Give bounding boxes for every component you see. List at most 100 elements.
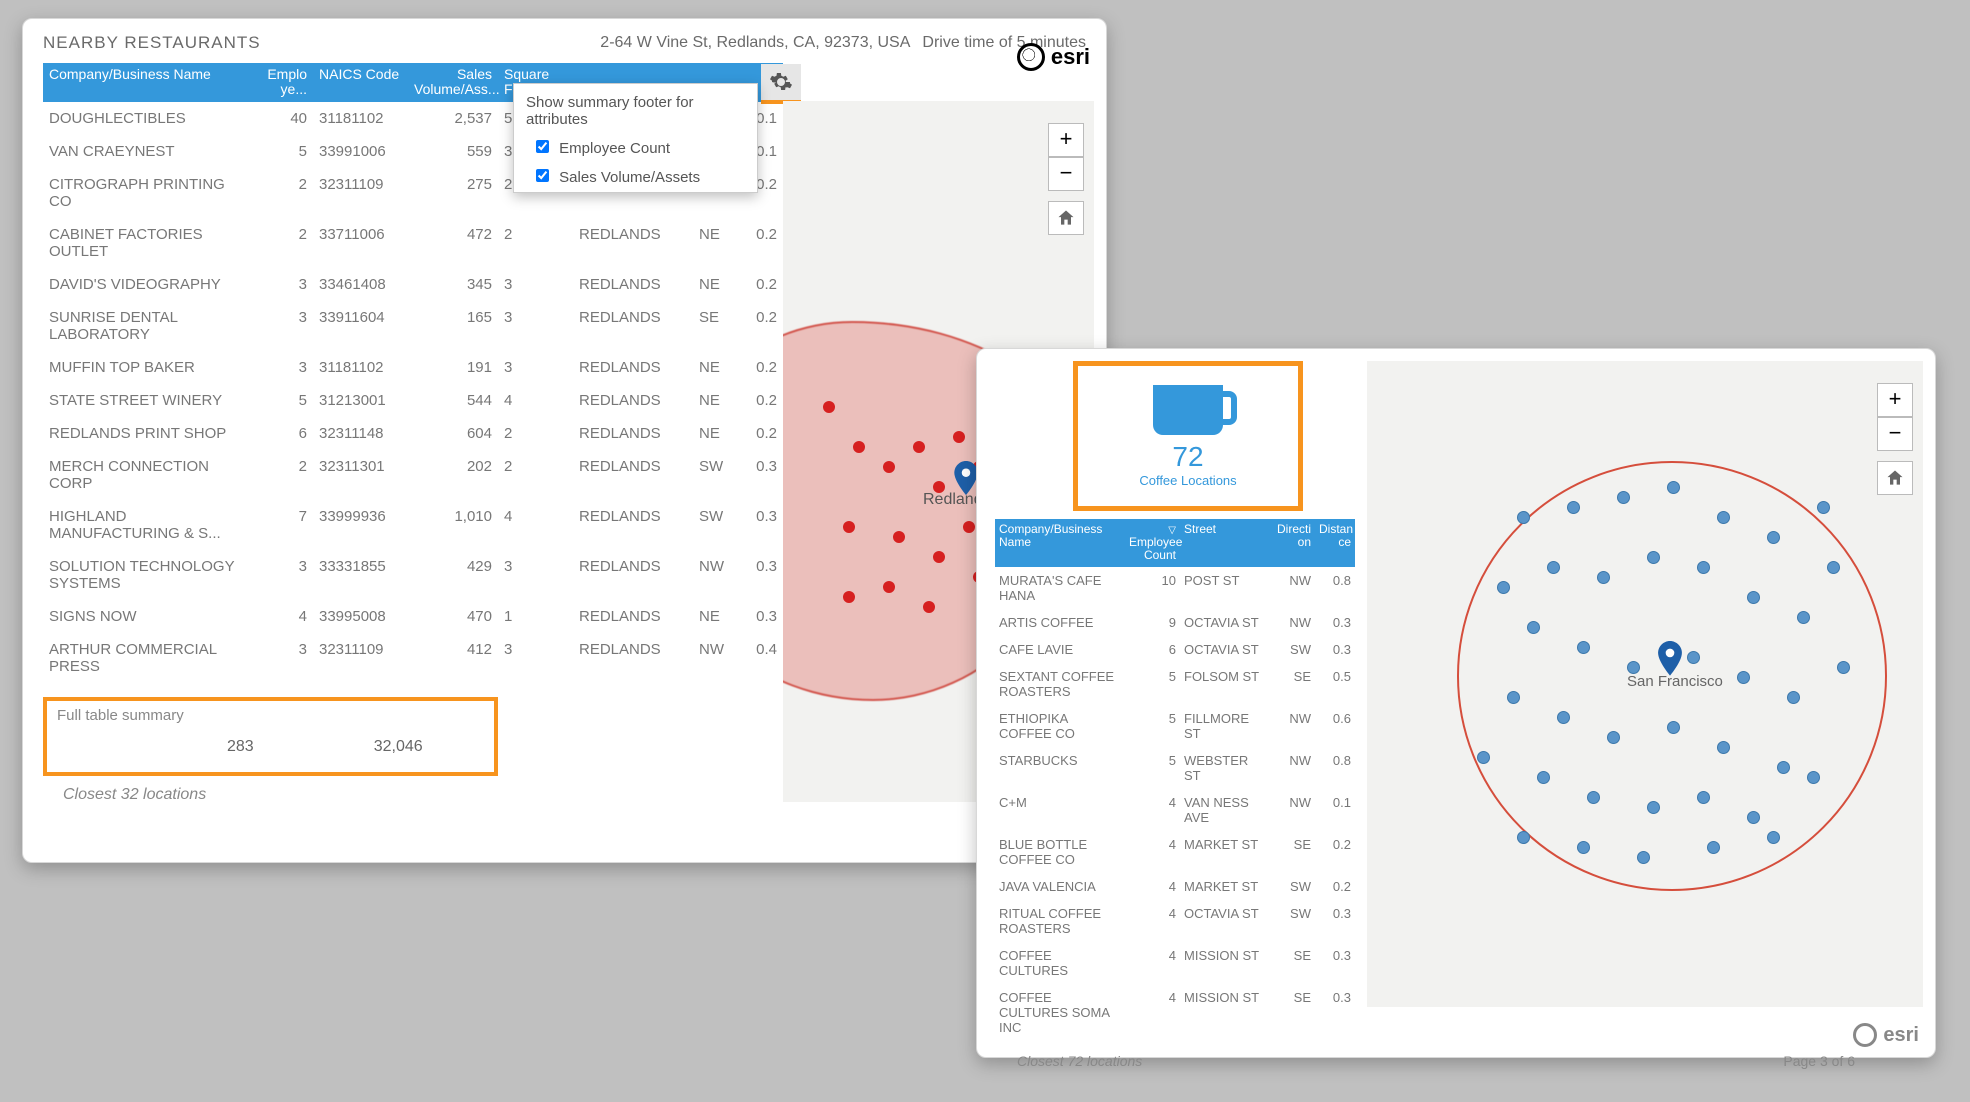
colB-employees[interactable]: ▽ Employee Count — [1125, 519, 1180, 567]
result-point[interactable] — [1517, 511, 1530, 524]
result-point[interactable] — [1527, 621, 1540, 634]
result-point[interactable] — [1577, 841, 1590, 854]
result-point[interactable] — [1667, 721, 1680, 734]
result-point[interactable] — [1697, 791, 1710, 804]
table-row[interactable]: STATE STREET WINERY5312130015444REDLANDS… — [43, 384, 783, 417]
result-point[interactable] — [1767, 531, 1780, 544]
result-point[interactable] — [1837, 661, 1850, 674]
table-row[interactable]: SOLUTION TECHNOLOGY SYSTEMS3333318554293… — [43, 550, 783, 600]
result-point[interactable] — [923, 601, 935, 613]
result-point[interactable] — [1567, 501, 1580, 514]
coffee-table-header[interactable]: Company/Business Name ▽ Employee Count S… — [995, 519, 1355, 567]
table-row[interactable]: REDLANDS PRINT SHOP6323111486042REDLANDS… — [43, 417, 783, 450]
result-point[interactable] — [893, 531, 905, 543]
result-point[interactable] — [1587, 791, 1600, 804]
zoom-out-button[interactable]: − — [1048, 157, 1084, 191]
result-point[interactable] — [1717, 511, 1730, 524]
table-row[interactable]: CAFE LAVIE6OCTAVIA STSW0.3 — [995, 636, 1355, 663]
table-row[interactable]: ETHIOPIKA COFFEE CO5FILLMORE STNW0.6 — [995, 705, 1355, 747]
location-pin-b[interactable] — [1657, 641, 1683, 675]
sales-volume-checkbox[interactable] — [536, 169, 549, 182]
result-point[interactable] — [1817, 501, 1830, 514]
result-point[interactable] — [1497, 581, 1510, 594]
result-point[interactable] — [1517, 831, 1530, 844]
result-point[interactable] — [883, 461, 895, 473]
result-point[interactable] — [953, 431, 965, 443]
colB-direction[interactable]: Directi on — [1270, 519, 1315, 567]
table-row[interactable]: ARTHUR COMMERCIAL PRESS3323111094123REDL… — [43, 633, 783, 683]
result-point[interactable] — [1507, 691, 1520, 704]
result-point[interactable] — [1697, 561, 1710, 574]
result-point[interactable] — [1577, 641, 1590, 654]
result-point[interactable] — [1477, 751, 1490, 764]
colB-company[interactable]: Company/Business Name — [995, 519, 1125, 567]
result-point[interactable] — [1637, 851, 1650, 864]
result-point[interactable] — [853, 441, 865, 453]
result-point[interactable] — [1707, 841, 1720, 854]
colB-street[interactable]: Street — [1180, 519, 1270, 567]
result-point[interactable] — [1747, 591, 1760, 604]
col-sales[interactable]: Sales Volume/Ass... — [408, 63, 498, 102]
table-row[interactable]: RITUAL COFFEE ROASTERS4OCTAVIA STSW0.3 — [995, 900, 1355, 942]
result-point[interactable] — [1597, 571, 1610, 584]
col-company[interactable]: Company/Business Name — [43, 63, 243, 102]
zoom-out-button-b[interactable]: − — [1877, 417, 1913, 451]
result-point[interactable] — [1807, 771, 1820, 784]
popover-option-employee[interactable]: Employee Count — [514, 134, 757, 163]
employee-count-checkbox[interactable] — [536, 140, 549, 153]
result-point[interactable] — [883, 581, 895, 593]
result-point[interactable] — [1547, 561, 1560, 574]
table-row[interactable]: STARBUCKS5WEBSTER STNW0.8 — [995, 747, 1355, 789]
home-button-b[interactable] — [1877, 461, 1913, 495]
table-row[interactable]: HIGHLAND MANUFACTURING & S...7339999361,… — [43, 500, 783, 550]
result-point[interactable] — [1537, 771, 1550, 784]
zoom-in-button[interactable]: + — [1048, 123, 1084, 157]
result-point[interactable] — [1557, 711, 1570, 724]
result-point[interactable] — [1687, 651, 1700, 664]
zoom-in-button-b[interactable]: + — [1877, 383, 1913, 417]
result-point[interactable] — [913, 441, 925, 453]
sales-volume-label: Sales Volume/Assets — [559, 169, 700, 186]
col-naics[interactable]: NAICS Code — [313, 63, 408, 102]
result-point[interactable] — [1647, 801, 1660, 814]
table-row[interactable]: CABINET FACTORIES OUTLET2337110064722RED… — [43, 218, 783, 268]
table-row[interactable]: DAVID'S VIDEOGRAPHY3334614083453REDLANDS… — [43, 268, 783, 301]
table-row[interactable]: MURATA'S CAFE HANA10POST STNW0.8 — [995, 567, 1355, 609]
result-point[interactable] — [1647, 551, 1660, 564]
settings-button[interactable] — [761, 64, 801, 104]
result-point[interactable] — [1607, 731, 1620, 744]
result-point[interactable] — [933, 551, 945, 563]
home-button[interactable] — [1048, 201, 1084, 235]
result-point[interactable] — [1717, 741, 1730, 754]
result-point[interactable] — [1777, 761, 1790, 774]
popover-option-sales[interactable]: Sales Volume/Assets — [514, 163, 757, 192]
result-point[interactable] — [1667, 481, 1680, 494]
summary-footer-popover[interactable]: Show summary footer for attributes Emplo… — [513, 83, 758, 193]
table-row[interactable]: C+M4VAN NESS AVENW0.1 — [995, 789, 1355, 831]
result-point[interactable] — [1617, 491, 1630, 504]
result-point[interactable] — [1787, 691, 1800, 704]
table-row[interactable]: ARTIS COFFEE9OCTAVIA STNW0.3 — [995, 609, 1355, 636]
result-point[interactable] — [843, 521, 855, 533]
table-row[interactable]: SIGNS NOW4339950084701REDLANDSNE0.3 — [43, 600, 783, 633]
table-row[interactable]: MERCH CONNECTION CORP2323113012022REDLAN… — [43, 450, 783, 500]
result-point[interactable] — [843, 591, 855, 603]
table-row[interactable]: COFFEE CULTURES4MISSION STSE0.3 — [995, 942, 1355, 984]
result-point[interactable] — [1767, 831, 1780, 844]
table-row[interactable]: BLUE BOTTLE COFFEE CO4MARKET STSE0.2 — [995, 831, 1355, 873]
map-area-b[interactable]: + − San Francisco — [1367, 361, 1923, 1007]
result-point[interactable] — [1747, 811, 1760, 824]
result-point[interactable] — [963, 521, 975, 533]
result-point[interactable] — [823, 401, 835, 413]
result-point[interactable] — [1797, 611, 1810, 624]
table-row[interactable]: JAVA VALENCIA4MARKET STSW0.2 — [995, 873, 1355, 900]
table-row[interactable]: COFFEE CULTURES SOMA INC4MISSION STSE0.3 — [995, 984, 1355, 1041]
result-point[interactable] — [1827, 561, 1840, 574]
summary-emp-total: 283 — [227, 738, 254, 756]
result-point[interactable] — [1737, 671, 1750, 684]
table-row[interactable]: SEXTANT COFFEE ROASTERS5FOLSOM STSE0.5 — [995, 663, 1355, 705]
table-row[interactable]: SUNRISE DENTAL LABORATORY3339116041653RE… — [43, 301, 783, 351]
table-row[interactable]: MUFFIN TOP BAKER3311811021913REDLANDSNE0… — [43, 351, 783, 384]
col-employees[interactable]: Emplo ye... — [243, 63, 313, 102]
colB-distance[interactable]: Distan ce — [1315, 519, 1355, 567]
